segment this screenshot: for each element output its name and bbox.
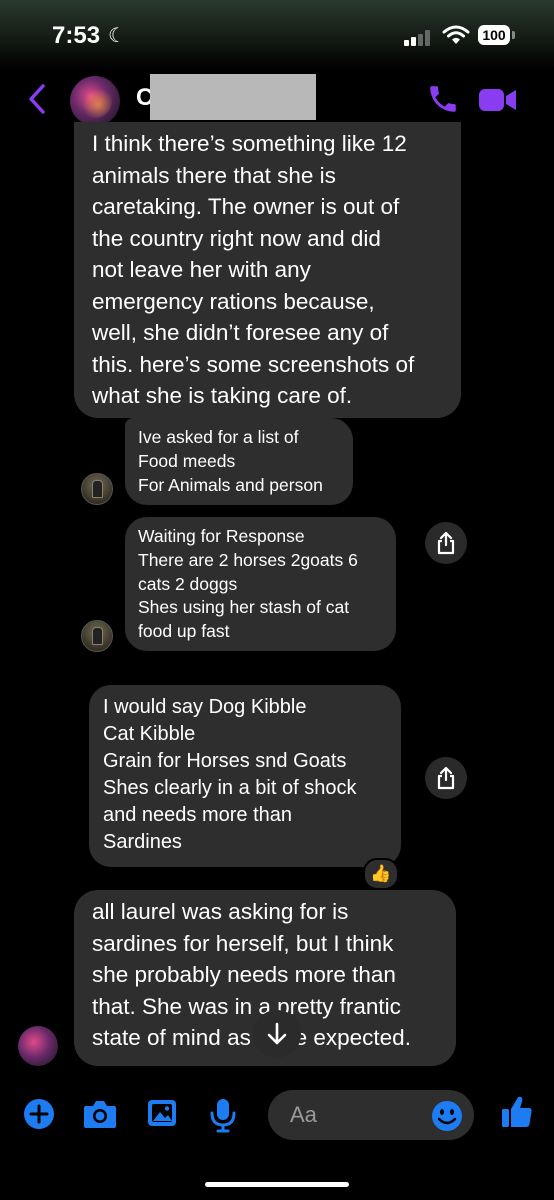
message-line: There are 2 horses 2goats 6 — [138, 549, 358, 570]
focus-moon-icon: ☾ — [108, 25, 126, 47]
contact-avatar-small[interactable] — [18, 1026, 58, 1066]
emoji-icon[interactable] — [430, 1099, 464, 1133]
share-icon — [437, 766, 455, 790]
share-icon — [437, 531, 455, 555]
name-redaction — [150, 74, 316, 120]
battery-level: 100 — [482, 27, 506, 43]
status-bar: 7:53 ☾ 100 — [0, 0, 554, 70]
conversation-header: C — [0, 70, 554, 130]
message-line: well, she didn’t foresee any of — [92, 320, 389, 345]
message-line: she probably needs more than — [92, 962, 396, 987]
message-line: this. here’s some screenshots of — [92, 351, 415, 377]
video-camera-icon[interactable] — [478, 86, 518, 114]
cellular-signal-icon — [404, 30, 434, 46]
message-line: For Animals and person — [138, 474, 323, 495]
battery-nub — [512, 31, 515, 39]
thumbs-up-reaction[interactable]: 👍 — [363, 858, 399, 890]
composer-bar — [0, 1080, 554, 1150]
message-line: I would say Dog Kibble — [103, 696, 307, 718]
scroll-down-arrow-icon — [267, 1022, 287, 1045]
message-line: Shes using her stash of cat — [138, 597, 350, 618]
message-bubble[interactable]: Ive asked for a list of Food meeds For A… — [125, 418, 353, 505]
message-line: I think there’s something like 12 — [92, 131, 407, 156]
message-line: Cat Kibble — [103, 723, 196, 745]
message-line: Ive asked for a list of — [138, 427, 299, 447]
message-line: Shes clearly in a bit of shock — [103, 777, 357, 799]
plus-icon[interactable] — [22, 1097, 56, 1131]
message-line: and needs more than — [103, 804, 293, 826]
wifi-icon — [442, 25, 470, 44]
status-time: 7:53 — [52, 22, 101, 49]
message-line: all laurel was asking for is — [92, 899, 349, 924]
thumbs-up-icon[interactable] — [500, 1094, 534, 1130]
message-bubble[interactable]: Waiting for Response There are 2 horses … — [125, 517, 396, 651]
home-indicator — [205, 1182, 349, 1187]
camera-icon[interactable] — [82, 1097, 118, 1131]
message-line: Food meeds — [138, 450, 236, 471]
message-bubble[interactable]: I would say Dog Kibble Cat Kibble Grain … — [89, 685, 401, 867]
message-line: the country right now and did — [92, 225, 381, 251]
message-line: Sardines — [103, 831, 182, 853]
sender-avatar[interactable] — [81, 473, 113, 505]
message-line: Grain for Horses snd Goats — [103, 750, 347, 772]
message-line: sardines for herself, but I think — [92, 930, 394, 956]
message-bubble[interactable]: I think there’s something like 12 animal… — [74, 122, 461, 418]
message-line: caretaking. The owner is out of — [92, 194, 400, 219]
sender-avatar[interactable] — [81, 620, 113, 652]
gallery-icon[interactable] — [146, 1097, 178, 1129]
contact-avatar[interactable] — [70, 76, 120, 126]
message-line: animals there that she is — [92, 162, 336, 188]
microphone-icon[interactable] — [208, 1097, 238, 1133]
battery-icon: 100 — [478, 25, 510, 45]
message-line: what she is taking care of. — [92, 383, 353, 408]
scroll-down-button[interactable] — [253, 1010, 301, 1058]
share-button[interactable] — [425, 757, 467, 799]
message-line: emergency rations because, — [92, 288, 375, 314]
message-line: Waiting for Response — [138, 526, 305, 546]
share-button[interactable] — [425, 522, 467, 564]
message-line: food up fast — [138, 621, 230, 642]
back-chevron-icon[interactable] — [26, 82, 48, 116]
message-line: not leave her with any — [92, 257, 311, 282]
message-line: cats 2 doggs — [138, 573, 238, 594]
phone-icon[interactable] — [426, 82, 460, 116]
